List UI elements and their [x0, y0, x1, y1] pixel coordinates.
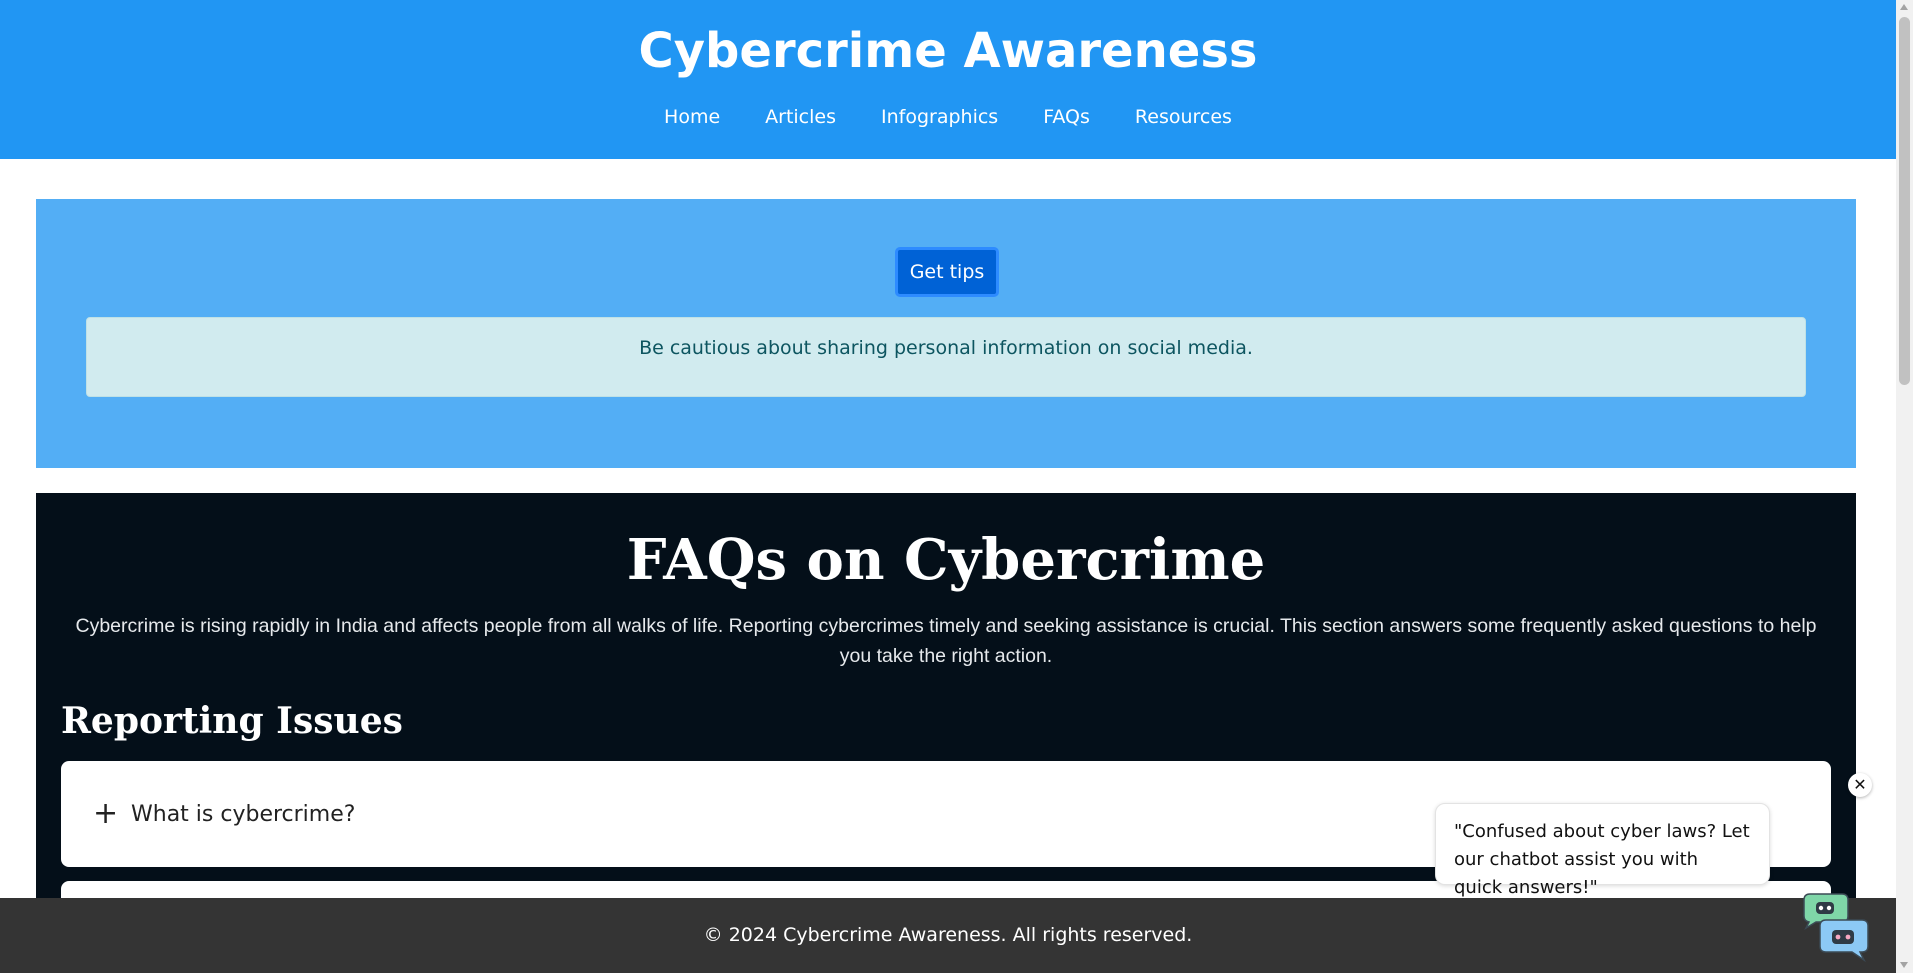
tip-message: Be cautious about sharing personal infor… [86, 317, 1806, 397]
scroll-down-arrow-icon[interactable] [1900, 962, 1908, 968]
plus-icon: + [93, 796, 119, 831]
nav-articles[interactable]: Articles [765, 105, 836, 129]
nav-resources[interactable]: Resources [1135, 105, 1232, 129]
get-tips-button[interactable]: Get tips [895, 247, 999, 297]
faq-title: FAQs on Cybercrime [626, 527, 1266, 593]
close-icon[interactable]: ✕ [1848, 773, 1872, 797]
chatbot-prompt-bubble: "Confused about cyber laws? Let our chat… [1435, 803, 1770, 898]
chatbot-icon[interactable] [1798, 890, 1873, 963]
site-title: Cybercrime Awareness [638, 23, 1258, 79]
scroll-up-arrow-icon[interactable] [1900, 4, 1908, 10]
site-footer: © 2024 Cybercrime Awareness. All rights … [0, 898, 1896, 973]
site-header: Cybercrime Awareness Home Articles Infog… [0, 0, 1896, 159]
vertical-scrollbar[interactable] [1896, 0, 1913, 973]
tips-section: Get tips Be cautious about sharing perso… [36, 199, 1856, 468]
footer-text: © 2024 Cybercrime Awareness. All rights … [703, 924, 1193, 946]
nav-home[interactable]: Home [664, 105, 720, 129]
scroll-thumb[interactable] [1899, 17, 1910, 385]
nav-faqs[interactable]: FAQs [1043, 105, 1090, 129]
nav-infographics[interactable]: Infographics [881, 105, 998, 129]
faq-category-title: Reporting Issues [61, 700, 403, 742]
faq-question: What is cybercrime? [131, 802, 356, 827]
main-nav: Home Articles Infographics FAQs Resource… [0, 105, 1896, 129]
page: Cybercrime Awareness Home Articles Infog… [0, 0, 1896, 973]
chatbot-icon-graphic [1803, 893, 1869, 963]
faq-intro: Cybercrime is rising rapidly in India an… [75, 615, 1817, 667]
